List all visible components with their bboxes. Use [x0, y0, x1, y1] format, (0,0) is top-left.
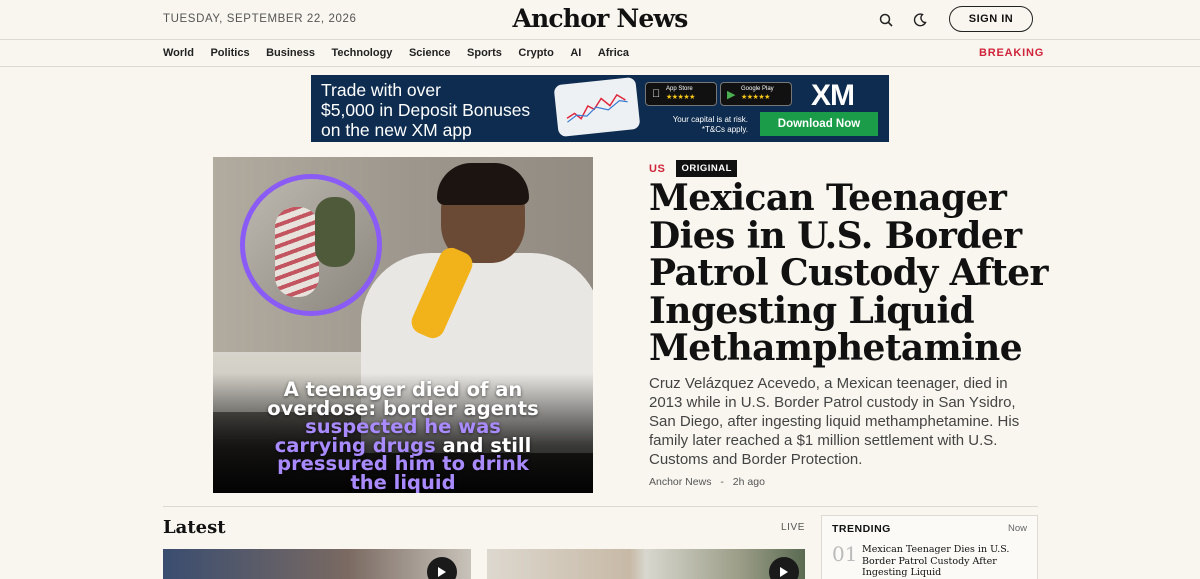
- trending-rank: 01: [832, 542, 858, 566]
- app-store-badge[interactable]:  App Store ★★★★★: [645, 82, 717, 106]
- section-divider: [163, 506, 1038, 507]
- nav-item-business[interactable]: Business: [266, 47, 315, 59]
- risk-warning: Your capital is at risk. *T&Cs apply.: [656, 115, 748, 135]
- latest-card[interactable]: [487, 549, 805, 579]
- inset-person-2: [315, 197, 355, 267]
- trending-panel: TRENDING Now 01 Mexican Teenager Dies in…: [821, 515, 1038, 579]
- moon-icon[interactable]: [910, 10, 930, 30]
- sign-in-button[interactable]: SIGN IN: [949, 6, 1033, 32]
- byline-source: Anchor News: [649, 476, 712, 488]
- nav-item-crypto[interactable]: Crypto: [518, 47, 553, 59]
- risk-line-1: Your capital is at risk.: [672, 115, 748, 124]
- ad-line-2: $5,000 in Deposit Bonuses: [321, 100, 531, 120]
- ad-line-3: on the new XM app: [321, 120, 472, 140]
- app-store-stars: ★★★★★: [666, 94, 695, 101]
- inset-person-1: [275, 207, 319, 297]
- trending-heading: TRENDING: [832, 523, 891, 535]
- ad-banner[interactable]: Trade with over $5,000 in Deposit Bonuse…: [311, 75, 889, 142]
- ad-copy: Trade with over $5,000 in Deposit Bonuse…: [321, 80, 530, 140]
- hero-caption: A teenager died of an overdose: border a…: [213, 380, 593, 493]
- top-bar: TUESDAY, SEPTEMBER 22, 2026 Anchor News …: [0, 0, 1200, 40]
- google-play-label: Google Play: [741, 86, 774, 92]
- apple-icon: : [652, 88, 660, 100]
- live-label[interactable]: LIVE: [781, 522, 805, 533]
- nav-item-sports[interactable]: Sports: [467, 47, 502, 59]
- section-nav: World Politics Business Technology Scien…: [0, 40, 1200, 67]
- caption-highlight-4: the liquid: [350, 470, 456, 493]
- nav-item-world[interactable]: World: [163, 47, 194, 59]
- hero-inset-photo: [240, 174, 382, 316]
- nav-list: World Politics Business Technology Scien…: [163, 47, 646, 59]
- play-store-icon: ▶: [727, 89, 736, 101]
- hero-headline[interactable]: Mexican Teenager Dies in U.S. Border Pat…: [649, 179, 1069, 368]
- nav-item-ai[interactable]: AI: [570, 47, 581, 59]
- byline-separator: -: [720, 476, 724, 488]
- risk-line-2: *T&Cs apply.: [701, 125, 748, 134]
- download-now-button[interactable]: Download Now: [760, 112, 878, 136]
- nav-item-politics[interactable]: Politics: [210, 47, 249, 59]
- ad-line-1: Trade with over: [321, 80, 441, 100]
- xm-logo: XM: [811, 79, 855, 112]
- hero-summary: Cruz Velázquez Acevedo, a Mexican teenag…: [649, 375, 1020, 468]
- article-tags: US ORIGINAL: [649, 160, 737, 177]
- latest-heading: Latest: [163, 517, 226, 538]
- app-store-label: App Store: [666, 86, 693, 92]
- google-play-stars: ★★★★★: [741, 94, 770, 101]
- nav-item-technology[interactable]: Technology: [332, 47, 393, 59]
- search-icon[interactable]: [876, 10, 896, 30]
- play-icon[interactable]: [427, 557, 457, 579]
- trending-item-link[interactable]: Mexican Teenager Dies in U.S. Border Pat…: [862, 544, 1034, 579]
- latest-card[interactable]: [163, 549, 471, 579]
- play-icon[interactable]: [769, 557, 799, 579]
- byline-time: 2h ago: [732, 476, 765, 488]
- google-play-badge[interactable]: ▶ Google Play ★★★★★: [720, 82, 792, 106]
- phone-image: [553, 76, 641, 138]
- nav-item-science[interactable]: Science: [409, 47, 451, 59]
- byline: Anchor News - 2h ago: [649, 476, 771, 488]
- trending-now-label: Now: [1007, 523, 1027, 534]
- nav-item-africa[interactable]: Africa: [598, 47, 629, 59]
- category-tag[interactable]: US: [649, 163, 665, 175]
- hero-image[interactable]: A teenager died of an overdose: border a…: [213, 157, 593, 493]
- hero-person-hair: [437, 163, 529, 205]
- original-badge: ORIGINAL: [676, 160, 737, 177]
- breaking-link[interactable]: BREAKING: [979, 47, 1044, 59]
